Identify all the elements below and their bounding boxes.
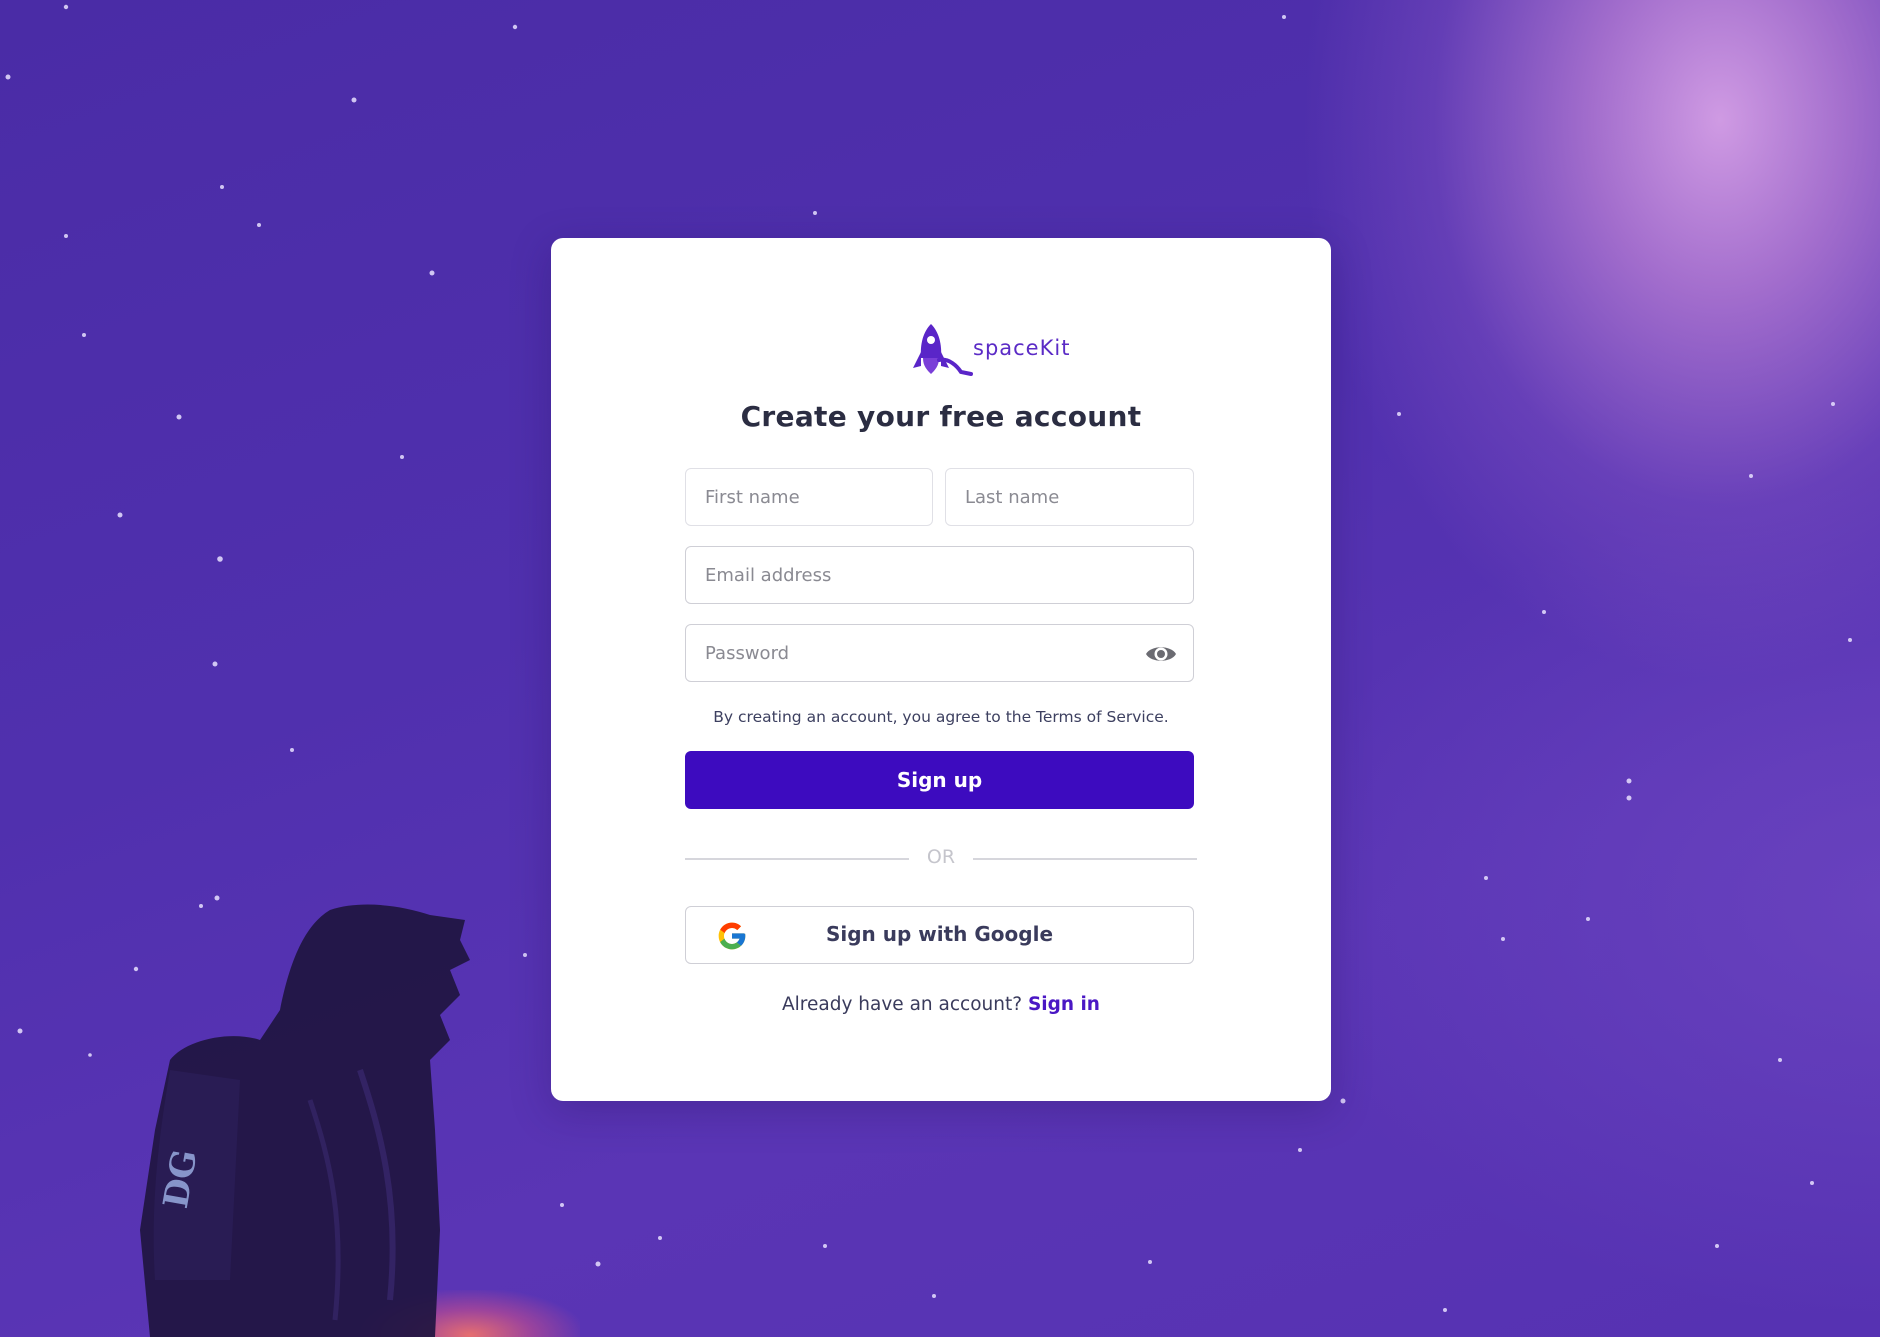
first-name-field — [685, 468, 933, 526]
google-signup-button[interactable]: Sign up with Google — [685, 906, 1194, 964]
first-name-input[interactable] — [686, 469, 932, 525]
eye-icon[interactable] — [1145, 639, 1177, 669]
have-account-text: Already have an account? — [782, 994, 1023, 1015]
last-name-field — [945, 468, 1194, 526]
brand-logo[interactable]: spaceKit — [909, 320, 1069, 378]
rocket-icon — [913, 324, 973, 376]
password-field — [685, 624, 1194, 682]
terms-notice: By creating an account, you agree to the… — [713, 708, 1169, 726]
email-input[interactable] — [686, 547, 1193, 603]
email-field — [685, 546, 1194, 604]
divider-or-label: OR — [926, 846, 956, 868]
last-name-input[interactable] — [946, 469, 1193, 525]
signin-prompt: Already have an account? Sign in — [551, 994, 1331, 1015]
astronaut-silhouette: DG — [140, 904, 470, 1337]
divider-line-right — [973, 858, 1197, 860]
brand-name: spaceKit — [973, 336, 1071, 360]
form-title: Create your free account — [740, 400, 1142, 433]
password-input[interactable] — [686, 625, 1193, 681]
signup-button[interactable]: Sign up — [685, 751, 1194, 809]
signup-card: spaceKit Create your free account By cre… — [551, 238, 1331, 1101]
signin-link[interactable]: Sign in — [1028, 994, 1100, 1015]
google-signup-label: Sign up with Google — [825, 922, 1054, 946]
